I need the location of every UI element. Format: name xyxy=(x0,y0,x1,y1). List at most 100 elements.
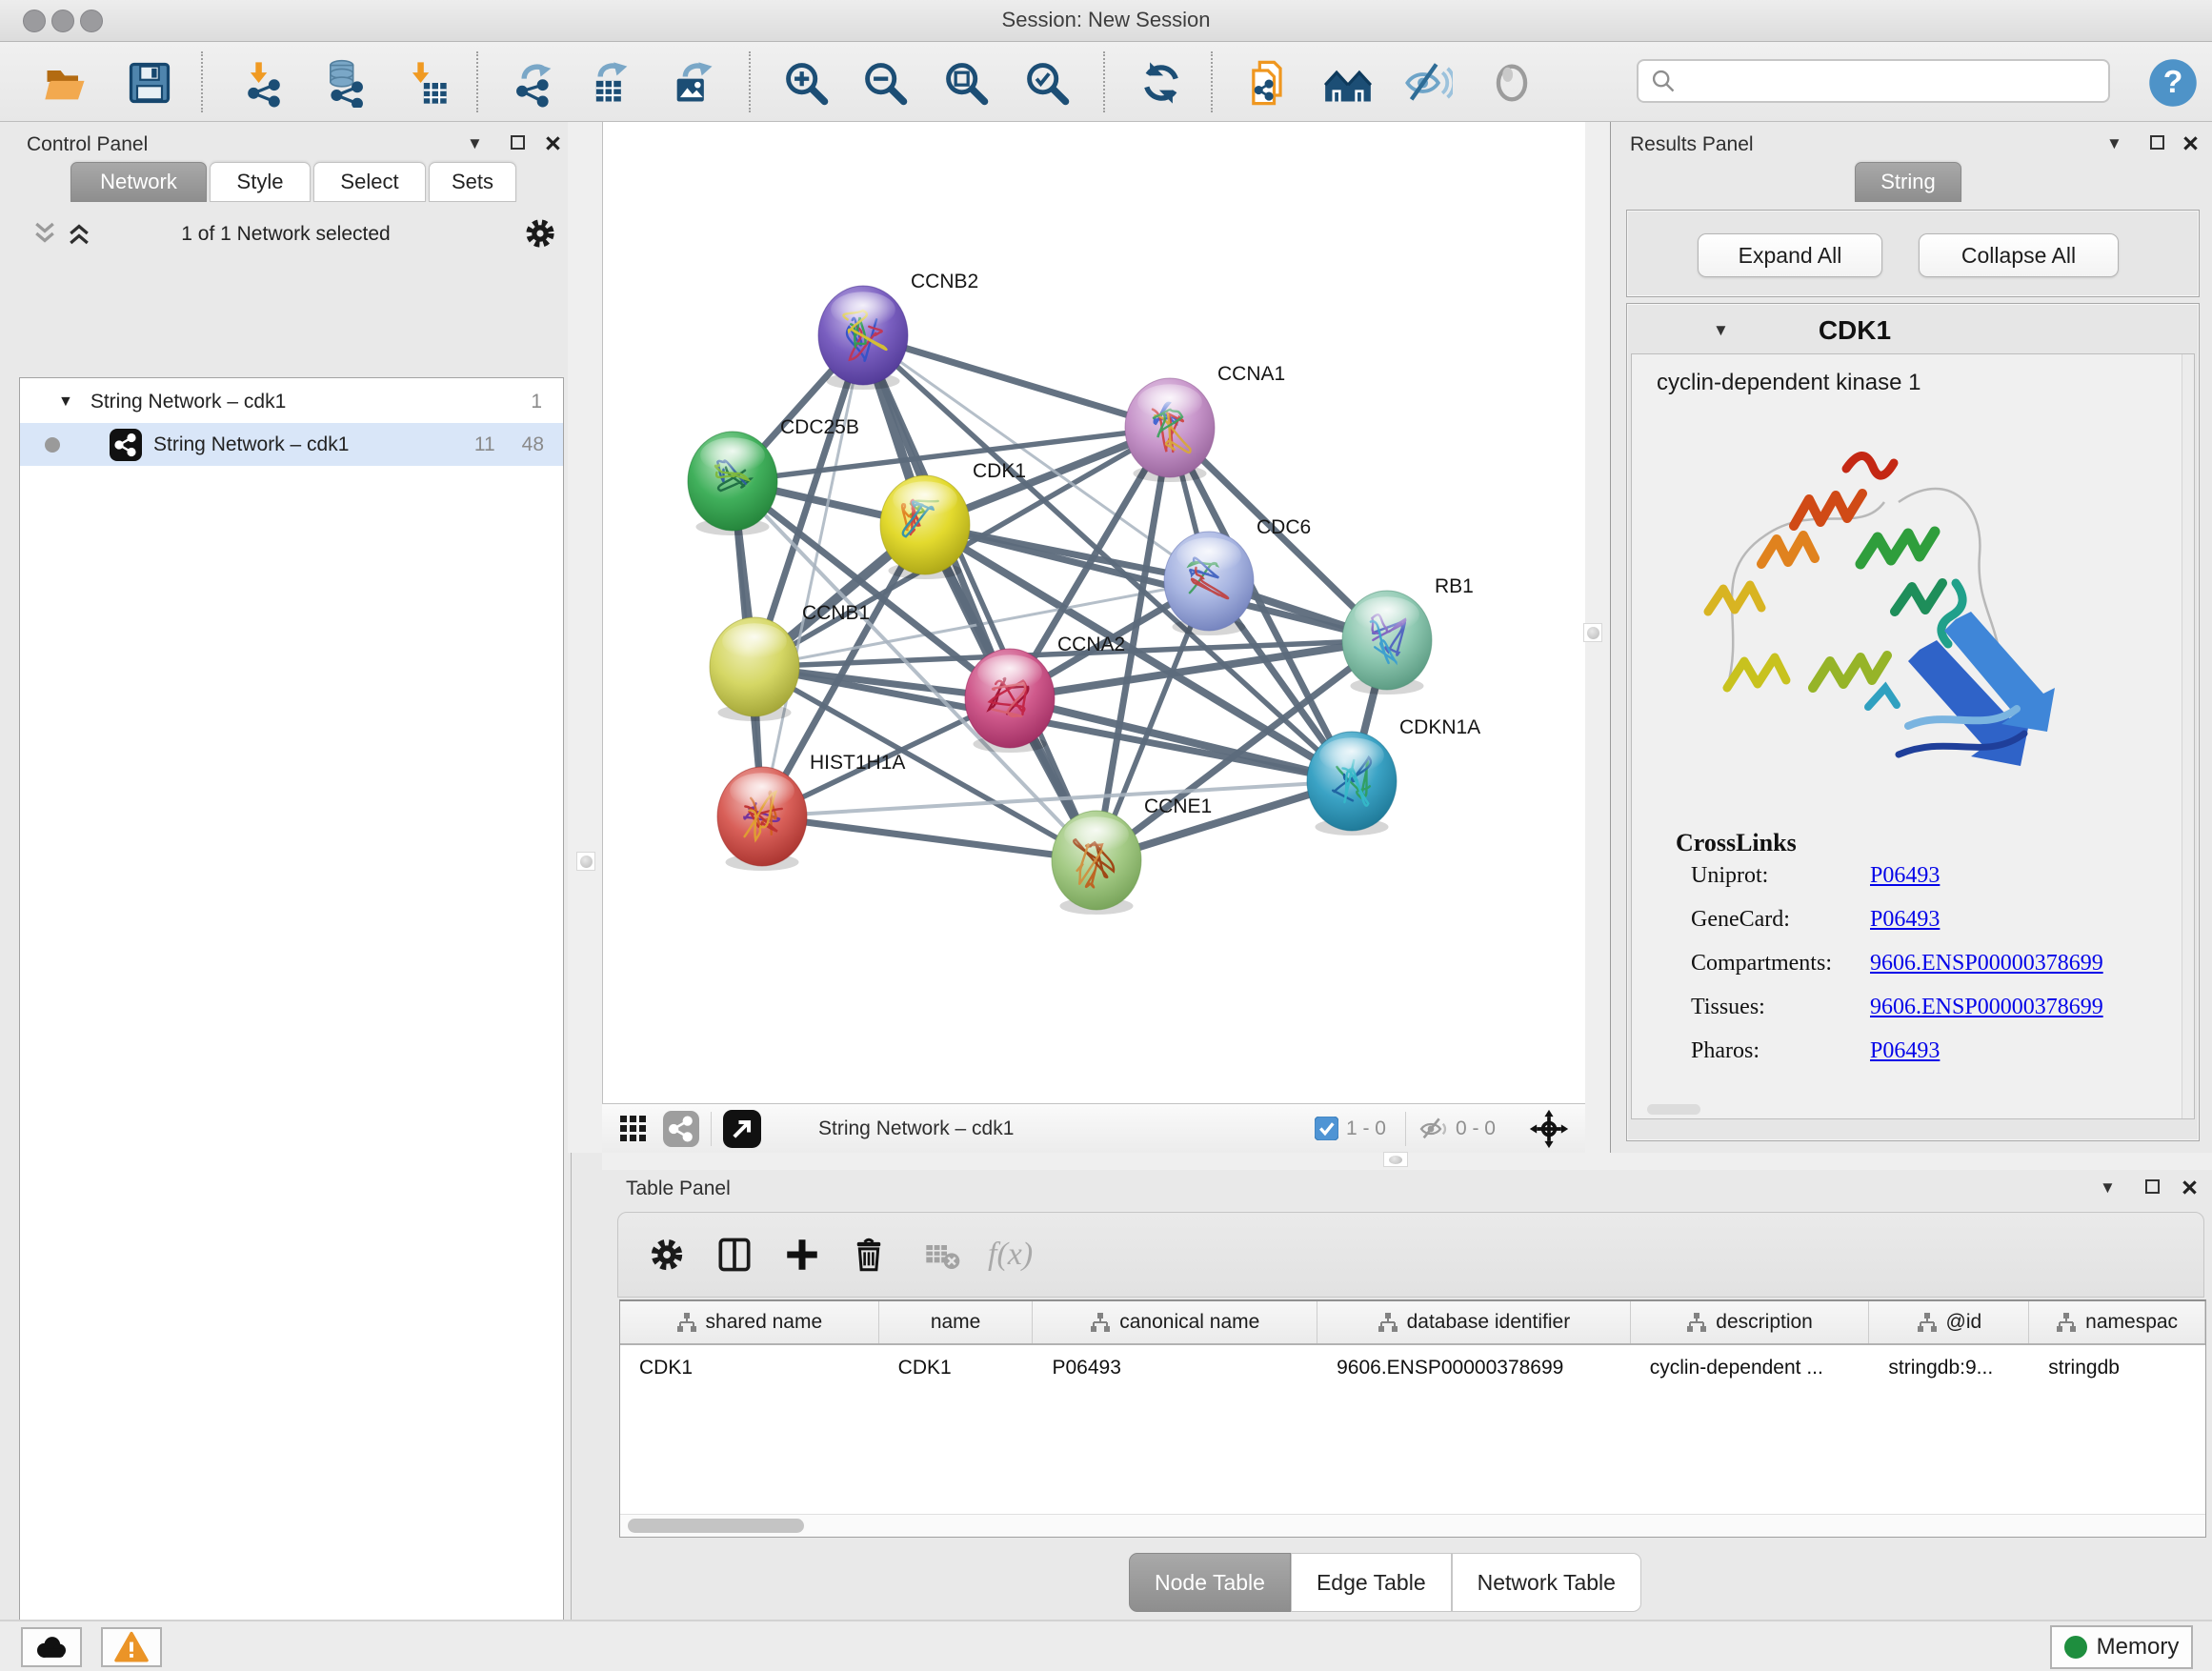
tab-edge-table[interactable]: Edge Table xyxy=(1291,1553,1452,1612)
table-cell[interactable]: P06493 xyxy=(1033,1347,1317,1389)
network-edge[interactable] xyxy=(863,335,1096,860)
control-panel-menu-icon[interactable]: ▼ xyxy=(467,134,483,153)
tab-network-table[interactable]: Network Table xyxy=(1452,1553,1641,1612)
string-import-icon[interactable] xyxy=(1242,57,1294,109)
tab-string[interactable]: String xyxy=(1855,162,1961,202)
column-header--id[interactable]: @id xyxy=(1869,1301,2029,1343)
network-options-gear-icon[interactable] xyxy=(522,215,558,252)
collapse-all-button[interactable]: Collapse All xyxy=(1919,233,2119,277)
left-split-divider[interactable] xyxy=(568,122,604,1153)
column-header-shared-name[interactable]: shared name xyxy=(620,1301,879,1343)
network-collection-row[interactable]: ▼ String Network – cdk1 1 xyxy=(20,380,563,423)
hide-unhide-icon[interactable] xyxy=(1402,57,1454,109)
column-header-database-identifier[interactable]: database identifier xyxy=(1317,1301,1631,1343)
save-session-icon[interactable] xyxy=(124,57,175,109)
horizontal-split-handle[interactable] xyxy=(1383,1152,1408,1167)
network-node-CDKN1A[interactable]: CDKN1A xyxy=(1307,716,1480,836)
export-image-icon[interactable] xyxy=(668,57,719,109)
open-session-icon[interactable] xyxy=(40,57,91,109)
import-table-icon[interactable] xyxy=(400,57,452,109)
network-edge[interactable] xyxy=(762,335,863,816)
crosslink-link[interactable]: 9606.ENSP00000378699 xyxy=(1870,951,2103,976)
table-cell[interactable]: cyclin-dependent ... xyxy=(1631,1347,1870,1389)
tab-style[interactable]: Style xyxy=(210,162,311,202)
results-panel-menu-icon[interactable]: ▼ xyxy=(2106,134,2122,153)
right-split-handle[interactable] xyxy=(1583,623,1602,642)
import-network-icon[interactable] xyxy=(238,57,290,109)
results-panel-float-icon[interactable] xyxy=(2150,135,2164,150)
tab-network[interactable]: Network xyxy=(70,162,207,202)
export-table-icon[interactable] xyxy=(585,57,636,109)
crosslink-link[interactable]: 9606.ENSP00000378699 xyxy=(1870,995,2103,1020)
gene-collapse-icon[interactable]: ▼ xyxy=(1713,321,1729,340)
crosslink-link[interactable]: P06493 xyxy=(1870,863,1940,889)
results-panel-close-icon[interactable]: × xyxy=(2182,137,2199,151)
network-row-selected[interactable]: String Network – cdk1 11 48 xyxy=(20,423,563,466)
refresh-icon[interactable] xyxy=(1136,57,1187,109)
network-node-RB1[interactable]: RB1 xyxy=(1342,575,1474,695)
collapse-all-networks-icon[interactable] xyxy=(32,219,57,248)
crosslink-link[interactable]: P06493 xyxy=(1870,907,1940,933)
zoom-out-icon[interactable] xyxy=(859,57,911,109)
delete-table-icon-disabled xyxy=(923,1236,961,1274)
tab-node-table[interactable]: Node Table xyxy=(1129,1553,1291,1612)
column-header-canonical-name[interactable]: canonical name xyxy=(1033,1301,1317,1343)
birds-eye-view-icon[interactable] xyxy=(723,1110,761,1148)
fit-selected-crosshair-icon[interactable] xyxy=(1528,1108,1570,1150)
add-column-icon[interactable] xyxy=(782,1235,822,1275)
help-icon[interactable]: ? xyxy=(2147,57,2199,109)
expand-all-button[interactable]: Expand All xyxy=(1698,233,1882,277)
crosslink-link[interactable]: P06493 xyxy=(1870,1038,1940,1064)
table-hscroll[interactable] xyxy=(620,1514,2205,1537)
control-panel-float-icon[interactable] xyxy=(511,135,525,150)
gene-header[interactable]: ▼ CDK1 xyxy=(1631,308,2195,353)
zoom-selected-icon[interactable] xyxy=(1021,57,1073,109)
network-edge[interactable] xyxy=(863,335,1170,428)
hidden-eye-icon[interactable] xyxy=(1418,1114,1448,1144)
expand-all-networks-icon[interactable] xyxy=(67,219,91,248)
table-row[interactable]: CDK1CDK1P064939606.ENSP00000378699cyclin… xyxy=(620,1347,2205,1389)
table-cell[interactable]: CDK1 xyxy=(620,1347,879,1389)
results-hscroll-thumb[interactable] xyxy=(1647,1104,1700,1115)
warnings-button[interactable] xyxy=(101,1627,162,1667)
network-node-label: CCNB2 xyxy=(911,271,978,292)
column-header-namespac[interactable]: namespac xyxy=(2029,1301,2205,1343)
search-input[interactable] xyxy=(1677,69,2108,93)
tree-expand-icon[interactable]: ▼ xyxy=(58,393,73,411)
export-network-icon[interactable] xyxy=(509,57,560,109)
table-gear-icon[interactable] xyxy=(647,1235,687,1275)
table-cell[interactable]: CDK1 xyxy=(879,1347,1034,1389)
home-networks-icon[interactable] xyxy=(1322,57,1374,109)
network-node-CDK1[interactable]: CDK1 xyxy=(880,460,1026,579)
memory-button[interactable]: Memory xyxy=(2050,1625,2193,1669)
table-hscroll-thumb[interactable] xyxy=(628,1519,804,1533)
selected-checkbox-icon[interactable] xyxy=(1315,1117,1338,1140)
show-columns-icon[interactable] xyxy=(714,1234,755,1276)
table-cell[interactable]: stringdb xyxy=(2029,1347,2205,1389)
grid-view-icon[interactable] xyxy=(619,1115,648,1143)
control-panel-close-icon[interactable]: × xyxy=(545,137,561,151)
zoom-fit-icon[interactable] xyxy=(940,57,992,109)
network-canvas[interactable]: CCNB2CCNA1CDC25BCDK1CDC6RB1CCNB1CCNA2CDK… xyxy=(602,122,1585,1103)
column-header-description[interactable]: description xyxy=(1631,1301,1870,1343)
network-edge[interactable] xyxy=(762,816,1096,860)
warning-icon xyxy=(113,1631,150,1663)
delete-column-trash-icon[interactable] xyxy=(849,1235,889,1275)
network-node-CCNB2[interactable]: CCNB2 xyxy=(818,271,978,390)
network-share-icon[interactable] xyxy=(663,1111,699,1147)
cloud-button[interactable] xyxy=(21,1627,82,1667)
table-panel-menu-icon[interactable]: ▼ xyxy=(2100,1178,2116,1198)
tab-sets[interactable]: Sets xyxy=(429,162,516,202)
table-cell[interactable]: 9606.ENSP00000378699 xyxy=(1317,1347,1631,1389)
search-box[interactable] xyxy=(1637,59,2110,103)
column-header-name[interactable]: name xyxy=(879,1301,1034,1343)
table-panel-close-icon[interactable]: × xyxy=(2182,1181,2198,1196)
tab-select[interactable]: Select xyxy=(313,162,426,202)
table-cell[interactable]: stringdb:9... xyxy=(1869,1347,2029,1389)
results-vscroll[interactable] xyxy=(2182,354,2194,1118)
import-network-from-database-icon[interactable] xyxy=(319,57,371,109)
table-panel-float-icon[interactable] xyxy=(2145,1179,2160,1194)
left-split-handle[interactable] xyxy=(576,852,595,871)
zoom-in-icon[interactable] xyxy=(780,57,832,109)
show-all-icon[interactable] xyxy=(1486,57,1538,109)
